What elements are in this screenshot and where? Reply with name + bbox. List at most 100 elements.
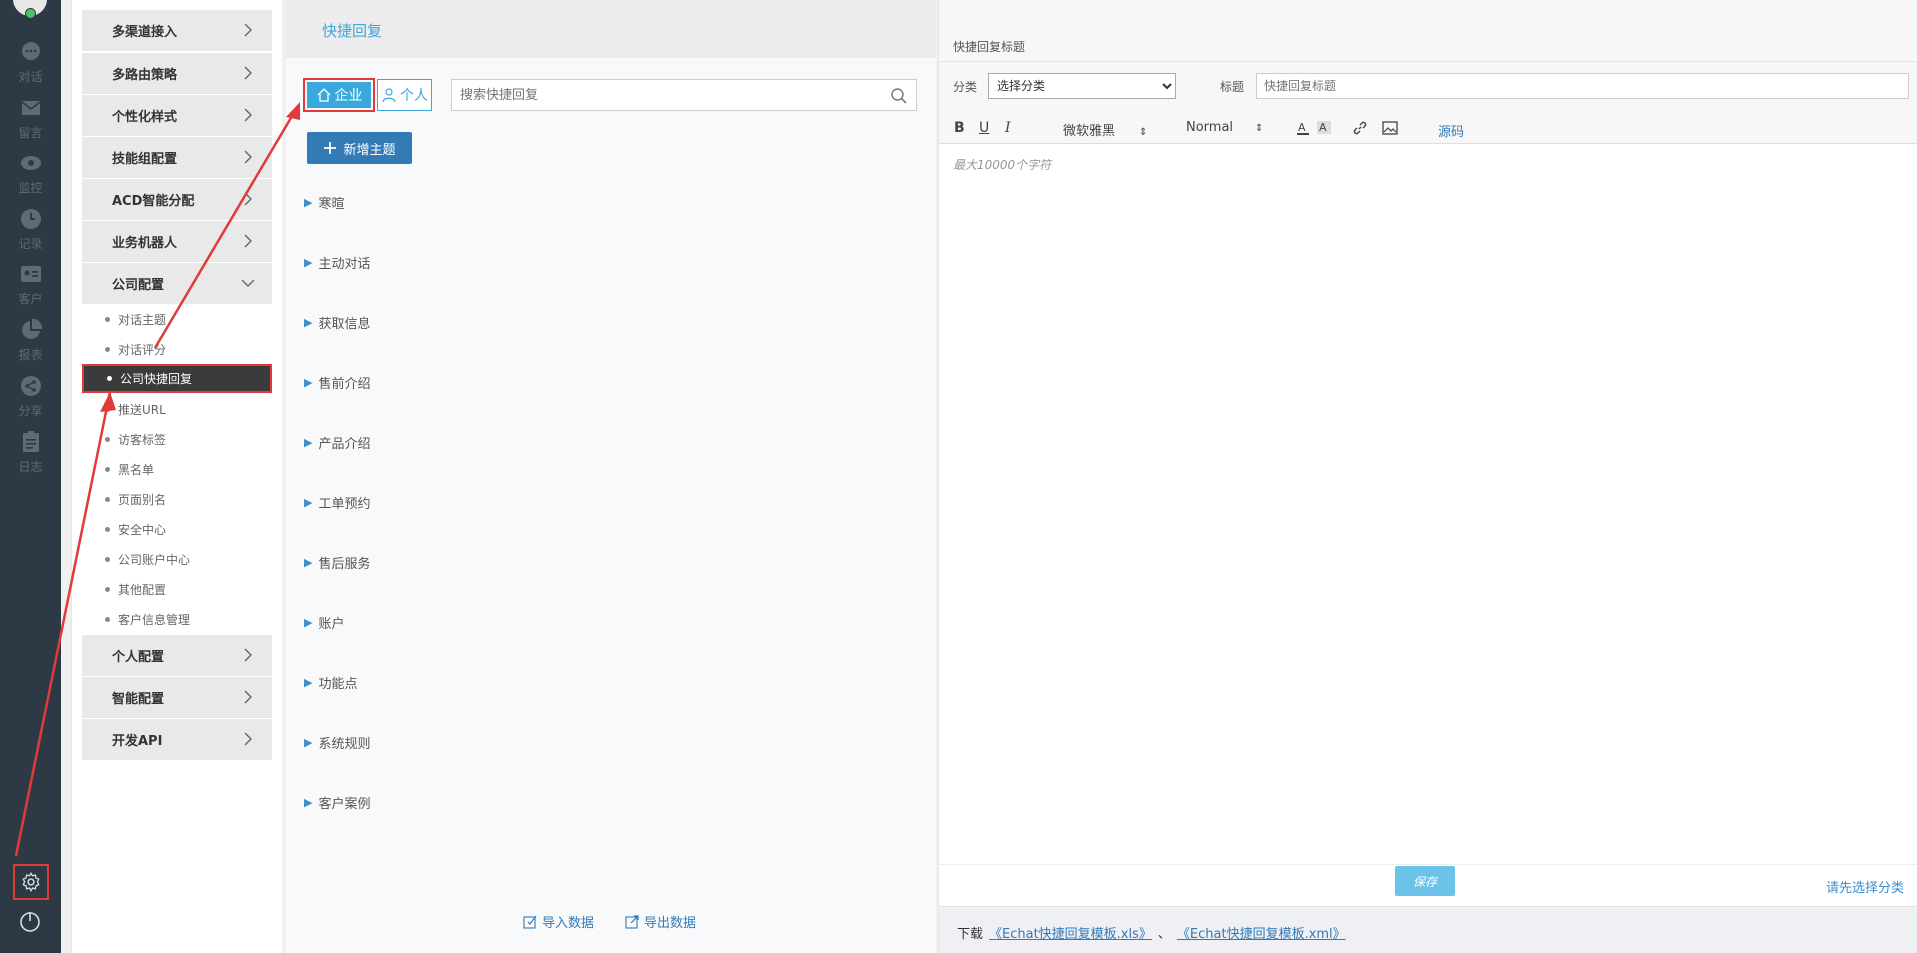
menu-group-robot[interactable]: 业务机器人 — [82, 221, 272, 262]
submenu-item-company-quick-reply[interactable]: 公司快捷回复 — [82, 364, 272, 393]
background-color-button[interactable]: A — [1317, 120, 1331, 140]
rail-item-reports[interactable]: 报表 — [0, 318, 61, 363]
eye-icon — [20, 156, 41, 170]
topic-item[interactable]: ▶ 账户 — [304, 613, 344, 632]
topic-item[interactable]: ▶ 主动对话 — [304, 253, 370, 272]
menu-group-skill[interactable]: 技能组配置 — [82, 137, 272, 178]
submenu-label: 公司快捷回复 — [120, 372, 193, 386]
image-button[interactable] — [1382, 120, 1398, 140]
topic-item[interactable]: ▶ 系统规则 — [304, 733, 370, 752]
plus-icon — [324, 142, 337, 154]
tab-personal[interactable]: 个人 — [377, 79, 432, 111]
menu-group-company[interactable]: 公司配置 — [82, 263, 272, 304]
updown-arrow-icon: ⇕ — [1255, 123, 1264, 134]
submenu-item-page-alias[interactable]: 页面别名 — [92, 487, 262, 511]
caret-right-icon: ▶ — [304, 676, 313, 689]
search-icon[interactable] — [890, 87, 908, 105]
submenu-item-account-center[interactable]: 公司账户中心 — [92, 547, 262, 571]
download-bar: 下载 《Echat快捷回复模板.xls》 、 《Echat快捷回复模板.xml》 — [939, 906, 1917, 953]
submenu-item-push-url[interactable]: 推送URL — [92, 397, 262, 421]
menu-group-personal[interactable]: 个人配置 — [82, 635, 272, 676]
xls-template-link[interactable]: 《Echat快捷回复模板.xls》 — [989, 923, 1152, 942]
share-icon — [20, 376, 41, 396]
font-family-select[interactable]: 微软雅黑 ⇕ — [1063, 120, 1147, 139]
section-title: 快捷回复标题 — [953, 40, 1026, 54]
import-data-link[interactable]: 导入数据 — [523, 912, 594, 931]
menu-group-style[interactable]: 个性化样式 — [82, 95, 272, 136]
menu-group-label: 智能配置 — [112, 692, 165, 707]
export-label: 导出数据 — [644, 916, 697, 931]
submenu-item-dialog-rating[interactable]: 对话评分 — [92, 337, 262, 361]
font-size-select[interactable]: Normal ⇕ — [1186, 120, 1263, 135]
menu-group-api[interactable]: 开发API — [82, 719, 272, 760]
search-box[interactable] — [451, 79, 917, 111]
topic-label: 功能点 — [318, 677, 358, 692]
submenu-label: 黑名单 — [118, 462, 155, 477]
select-category-hint: 请先选择分类 — [1825, 881, 1904, 896]
menu-group-routing[interactable]: 多路由策略 — [82, 53, 272, 94]
page-title: 快捷回复 — [322, 22, 383, 40]
topic-item[interactable]: ▶ 工单预约 — [304, 493, 370, 512]
rail-item-records[interactable]: 记录 — [0, 207, 61, 252]
editor-header: 快捷回复标题 — [939, 0, 1917, 62]
bullet-dot — [105, 317, 110, 322]
rail-label: 日志 — [18, 460, 43, 474]
topic-item[interactable]: ▶ 售前介绍 — [304, 373, 370, 392]
form-row: 分类 选择分类 标题 — [939, 62, 1917, 112]
reply-editor[interactable]: 最大10000个字符 — [939, 144, 1917, 864]
logout-button[interactable] — [17, 908, 43, 934]
bullet-dot — [105, 347, 110, 352]
chevron-right-icon — [244, 234, 252, 248]
topic-item[interactable]: ▶ 客户案例 — [304, 793, 370, 812]
tab-enterprise[interactable]: 企业 — [303, 78, 375, 112]
category-label: 分类 — [953, 80, 978, 94]
export-data-link[interactable]: 导出数据 — [625, 912, 696, 931]
topic-item[interactable]: ▶ 售后服务 — [304, 553, 370, 572]
title-label: 标题 — [1220, 80, 1245, 94]
bold-button[interactable]: B — [954, 120, 965, 136]
title-input[interactable] — [1256, 73, 1909, 99]
underline-button[interactable]: U — [979, 120, 989, 136]
submenu-item-customer-info[interactable]: 客户信息管理 — [92, 607, 262, 631]
topic-item[interactable]: ▶ 产品介绍 — [304, 433, 370, 452]
rail-item-customers[interactable]: 客户 — [0, 262, 61, 307]
italic-button[interactable]: I — [1005, 120, 1011, 136]
category-select[interactable]: 选择分类 — [988, 73, 1176, 99]
submenu-item-security[interactable]: 安全中心 — [92, 517, 262, 541]
menu-group-smart[interactable]: 智能配置 — [82, 677, 272, 718]
menu-group-acd[interactable]: ACD智能分配 — [82, 179, 272, 220]
font-size-value: Normal — [1186, 120, 1234, 135]
submenu-item-dialog-topic[interactable]: 对话主题 — [92, 307, 262, 331]
chevron-right-icon — [244, 648, 252, 662]
font-family-value: 微软雅黑 — [1063, 124, 1116, 139]
svg-text:A: A — [1298, 121, 1306, 134]
submenu-item-blacklist[interactable]: 黑名单 — [92, 457, 262, 481]
source-code-button[interactable]: 源码 — [1438, 121, 1464, 140]
topic-item[interactable]: ▶ 寒暄 — [304, 193, 344, 212]
bullet-dot — [105, 617, 110, 622]
submenu-label: 其他配置 — [118, 582, 167, 597]
rail-item-monitor[interactable]: 监控 — [0, 151, 61, 196]
save-button[interactable]: 保存 — [1395, 866, 1455, 896]
xml-template-link[interactable]: 《Echat快捷回复模板.xml》 — [1177, 923, 1346, 942]
add-topic-button[interactable]: 新增主题 — [307, 132, 412, 164]
menu-group-multichannel[interactable]: 多渠道接入 — [82, 10, 272, 51]
app-rail: 对话 留言 监控 记录 客户 报表 分享 日志 — [0, 0, 61, 953]
bullet-dot — [105, 467, 110, 472]
settings-button[interactable] — [13, 864, 49, 900]
link-button[interactable] — [1352, 120, 1368, 140]
bullet-dot — [105, 587, 110, 592]
submenu-label: 公司账户中心 — [118, 552, 191, 567]
rail-label: 对话 — [18, 70, 43, 84]
topic-item[interactable]: ▶ 功能点 — [304, 673, 357, 692]
text-color-button[interactable]: A — [1296, 120, 1310, 140]
rail-item-messages[interactable]: 留言 — [0, 96, 61, 141]
submenu-item-other-config[interactable]: 其他配置 — [92, 577, 262, 601]
bullet-dot — [105, 557, 110, 562]
rail-item-chat[interactable]: 对话 — [0, 40, 61, 85]
topic-item[interactable]: ▶ 获取信息 — [304, 313, 370, 332]
rail-item-share[interactable]: 分享 — [0, 374, 61, 419]
rail-item-logs[interactable]: 日志 — [0, 430, 61, 475]
search-input[interactable] — [452, 80, 872, 110]
submenu-item-visitor-tags[interactable]: 访客标签 — [92, 427, 262, 451]
